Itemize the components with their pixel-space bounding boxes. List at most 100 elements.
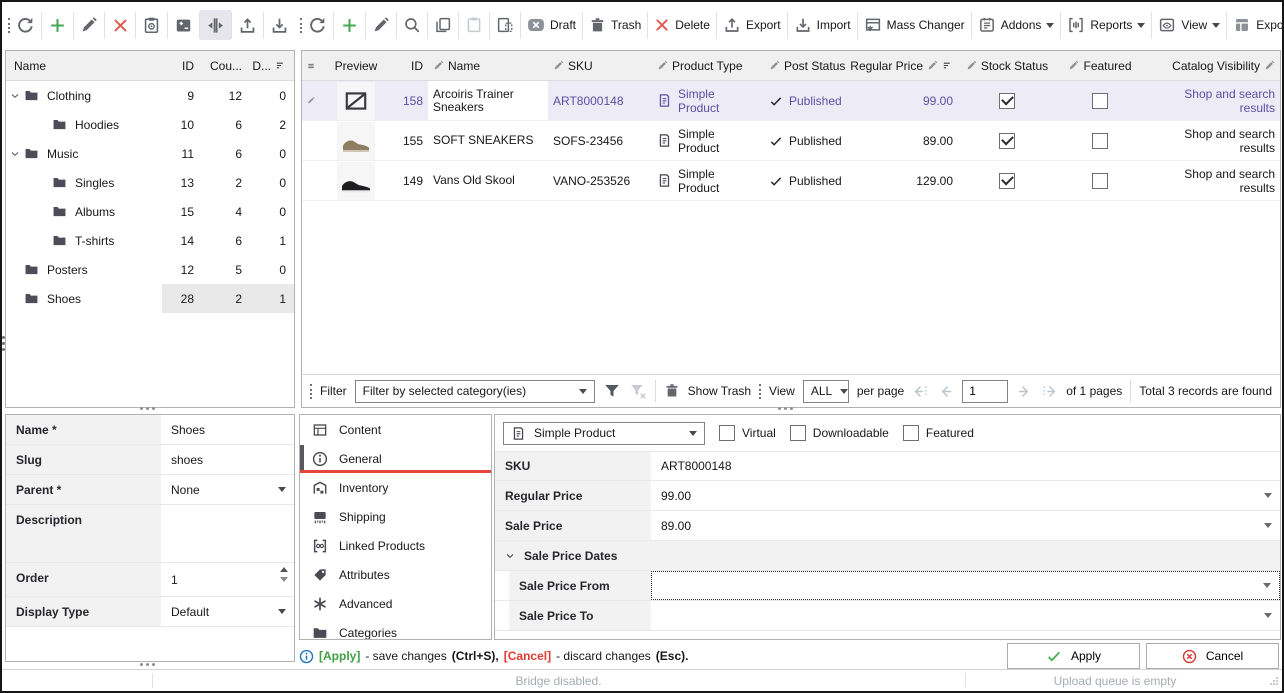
sale-price-from-field[interactable] (651, 571, 1280, 600)
tree-row[interactable]: T-shirts 1461 (6, 226, 294, 255)
parent-select[interactable]: None (161, 475, 294, 504)
tree-row[interactable]: Clothing 9120 (6, 81, 294, 110)
addons-button[interactable]: Addons (972, 10, 1061, 40)
product-row[interactable]: 149 Vans Old Skool VANO-253526 Simple Pr… (302, 161, 1280, 201)
description-field[interactable] (161, 505, 294, 562)
next-page-icon[interactable] (1016, 383, 1033, 400)
image-editor-button[interactable] (168, 10, 199, 40)
delete-button[interactable]: Delete (648, 10, 716, 40)
add-button[interactable] (42, 10, 73, 40)
tab-linked-products[interactable]: Linked Products (300, 531, 491, 560)
stock-status-checkbox[interactable] (999, 133, 1015, 149)
tab-general[interactable]: General (300, 444, 491, 473)
featured-checkbox[interactable] (1092, 133, 1108, 149)
tab-categories[interactable]: Categories (300, 618, 491, 640)
display-type-select[interactable]: Default (161, 597, 294, 626)
product-name[interactable]: SOFT SNEAKERS (428, 121, 548, 160)
tree-row[interactable]: Posters 1250 (6, 255, 294, 284)
page-input[interactable] (962, 380, 1008, 403)
tree-col-name[interactable]: Name (6, 59, 162, 73)
split-columns-button[interactable] (200, 10, 231, 40)
col-regular-price[interactable]: Regular Price (876, 59, 958, 73)
per-page-select[interactable]: ALL (803, 380, 849, 403)
delete-button[interactable] (105, 10, 135, 40)
preview-clipboard-button[interactable] (136, 10, 167, 40)
cancel-button[interactable]: Cancel (1146, 643, 1279, 669)
add-button[interactable] (334, 10, 365, 40)
col-sku[interactable]: SKU (548, 59, 652, 73)
show-trash-label[interactable]: Show Trash (688, 384, 751, 398)
tab-attributes[interactable]: Attributes (300, 560, 491, 589)
sale-price-to-field[interactable] (651, 601, 1280, 630)
export-button[interactable]: Export (717, 10, 787, 40)
copy-button[interactable] (428, 10, 458, 40)
refresh-button[interactable] (302, 10, 333, 40)
paste-special-button[interactable] (490, 10, 520, 40)
featured-checkbox-group[interactable]: Featured (903, 425, 974, 441)
tree-header[interactable]: Name ID Cou... D... (6, 51, 294, 81)
product-type-select[interactable]: Simple Product (503, 422, 705, 445)
tab-content[interactable]: Content (300, 415, 491, 444)
col-catalog-visibility[interactable]: Catalog Visibility (1144, 59, 1280, 73)
virtual-checkbox[interactable] (719, 425, 735, 441)
featured-checkbox[interactable] (1092, 173, 1108, 189)
search-button[interactable] (397, 10, 427, 40)
tab-advanced[interactable]: Advanced (300, 589, 491, 618)
draft-button[interactable]: Draft (521, 10, 582, 40)
featured-checkbox[interactable] (1092, 93, 1108, 109)
first-page-icon[interactable] (912, 383, 929, 400)
chevron-down-icon[interactable] (6, 148, 24, 160)
trash-icon[interactable] (664, 383, 680, 399)
spinner-icon[interactable] (280, 567, 288, 582)
slug-field[interactable]: shoes (161, 445, 294, 474)
view-button[interactable]: View (1152, 10, 1226, 40)
export-categories-button[interactable] (232, 10, 263, 40)
virtual-checkbox-group[interactable]: Virtual (719, 425, 776, 441)
col-preview[interactable]: Preview (320, 59, 392, 73)
downloadable-checkbox-group[interactable]: Downloadable (790, 425, 889, 441)
tab-shipping[interactable]: Shipping (300, 502, 491, 531)
refresh-button[interactable] (10, 10, 41, 40)
filterbar-grip[interactable] (310, 384, 312, 399)
tree-col-order[interactable]: D... (250, 59, 294, 73)
apply-button[interactable]: Apply (1007, 643, 1140, 669)
grid-header[interactable]: Preview ID Name SKU Product Type Post St… (302, 51, 1280, 81)
col-stock-status[interactable]: Stock Status (958, 59, 1056, 73)
filter-preset-select[interactable]: Filter by selected category(ies) (355, 380, 595, 403)
col-id[interactable]: ID (392, 59, 428, 73)
export-grid-button[interactable]: Export Grid (1227, 10, 1284, 40)
order-stepper[interactable]: 1 (161, 563, 294, 596)
resize-grip[interactable] (1269, 676, 1279, 686)
downloadable-checkbox[interactable] (790, 425, 806, 441)
product-row-selected[interactable]: 158 Arcoiris Trainer Sneakers ART8000148… (302, 81, 1280, 121)
col-name[interactable]: Name (428, 59, 548, 73)
tab-inventory[interactable]: Inventory (300, 473, 491, 502)
tree-row[interactable]: Hoodies 1062 (6, 110, 294, 139)
sale-price-field[interactable]: 89.00 (651, 511, 1280, 540)
stock-status-checkbox[interactable] (999, 93, 1015, 109)
clear-filter-icon[interactable] (629, 382, 647, 400)
col-featured[interactable]: Featured (1056, 59, 1144, 73)
trash-button[interactable]: Trash (583, 10, 647, 40)
tree-col-id[interactable]: ID (162, 59, 202, 73)
import-categories-button[interactable] (264, 10, 295, 40)
regular-price-field[interactable]: 99.00 (651, 481, 1280, 510)
tree-row[interactable]: Singles 1320 (6, 168, 294, 197)
import-button[interactable]: Import (788, 10, 857, 40)
filterbar-grip[interactable] (759, 384, 761, 399)
reports-button[interactable]: Reports (1061, 10, 1151, 40)
product-row[interactable]: 155 SOFT SNEAKERS SOFS-23456 Simple Prod… (302, 121, 1280, 161)
col-product-type[interactable]: Product Type (652, 59, 764, 73)
name-field[interactable]: Shoes (161, 415, 294, 444)
product-name[interactable]: Arcoiris Trainer Sneakers (428, 81, 548, 120)
tree-row-selected[interactable]: Shoes 2821 (6, 284, 294, 313)
column-chooser[interactable] (302, 61, 320, 71)
edit-button[interactable] (366, 10, 396, 40)
apply-filter-icon[interactable] (603, 382, 621, 400)
splitter-handle[interactable] (2, 336, 5, 351)
edit-button[interactable] (74, 10, 104, 40)
last-page-icon[interactable] (1041, 383, 1058, 400)
splitter-handle[interactable] (778, 407, 793, 410)
splitter-handle[interactable] (140, 407, 155, 410)
sku-field[interactable]: ART8000148 (651, 452, 1280, 480)
